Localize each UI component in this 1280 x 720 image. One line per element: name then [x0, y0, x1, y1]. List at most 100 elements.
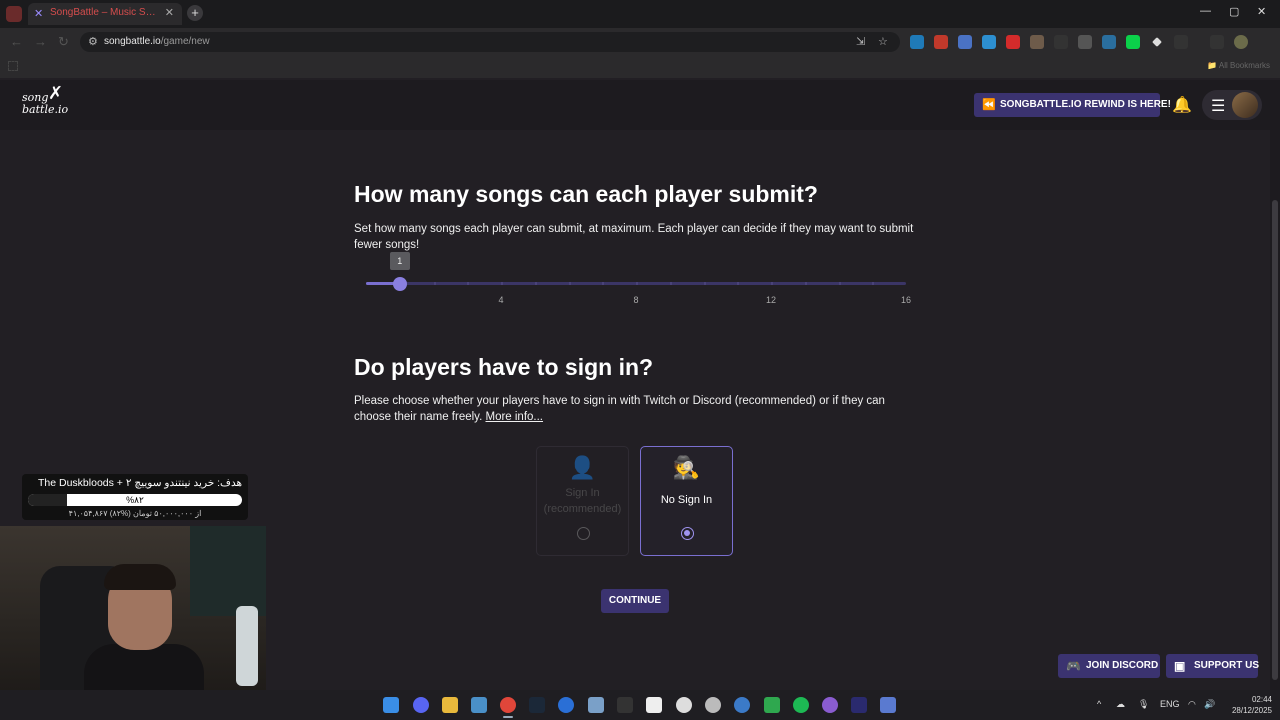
webcam-person-hair — [104, 564, 176, 590]
bell-icon[interactable]: 🔔 — [1172, 95, 1192, 115]
obs-icon[interactable] — [705, 697, 721, 713]
store-icon[interactable] — [588, 697, 604, 713]
browser-toolbar: ← → ↻ ⚙ songbattle.io/game/new ⇲ ☆ — [0, 28, 1280, 56]
no-sign-in-radio[interactable] — [681, 527, 694, 540]
extension-icon[interactable] — [1152, 37, 1162, 47]
notepad-icon[interactable] — [646, 697, 662, 713]
back-icon[interactable]: ← — [10, 34, 23, 49]
songs-per-player-slider[interactable]: 1 4 8 12 16 — [366, 252, 911, 308]
join-discord-button[interactable]: 🎮 JOIN DISCORD — [1058, 654, 1160, 678]
xbox-icon[interactable] — [764, 697, 780, 713]
goal-title: هدف: خرید نینتندو سوییچ ۲ + The Duskbloo… — [38, 477, 242, 489]
extensions-puzzle-icon[interactable] — [1174, 35, 1188, 49]
vscode-icon[interactable] — [851, 697, 867, 713]
profile-avatar-icon[interactable] — [1234, 35, 1248, 49]
language-indicator[interactable]: ENG — [1160, 699, 1180, 709]
file-explorer-icon[interactable] — [442, 697, 458, 713]
forward-icon[interactable]: → — [34, 34, 47, 49]
user-icon: 👤 — [568, 455, 597, 480]
close-window-button[interactable]: ✕ — [1257, 5, 1266, 18]
browser-tab[interactable]: ✕ SongBattle – Music Song Battle ✕ — [28, 3, 182, 25]
goal-progress-bar: %۸۲ — [28, 494, 242, 506]
slider-tick — [804, 282, 807, 285]
chrome-icon[interactable] — [500, 697, 516, 713]
epic-games-icon[interactable] — [617, 697, 633, 713]
sign-in-radio[interactable] — [577, 527, 590, 540]
chatgpt-icon[interactable] — [676, 697, 692, 713]
bookmarks-bar: 📁 All Bookmarks — [0, 56, 1280, 78]
minimize-button[interactable]: — — [1200, 5, 1211, 17]
extension-icon[interactable] — [934, 35, 948, 49]
reload-icon[interactable]: ↻ — [58, 34, 69, 50]
goal-percent: %۸۲ — [126, 495, 144, 505]
all-bookmarks-link[interactable]: 📁 All Bookmarks — [1207, 61, 1270, 70]
slider-mark: 4 — [498, 295, 504, 305]
rewind-button[interactable]: ⏪ SONGBATTLE.IO REWIND IS HERE! — [974, 93, 1171, 117]
extension-icon[interactable] — [958, 35, 972, 49]
more-info-link[interactable]: More info... — [485, 411, 543, 423]
extension-icon[interactable] — [982, 35, 996, 49]
webcam-shelf — [190, 526, 266, 616]
tray-overflow-icon[interactable]: ^ — [1097, 699, 1101, 709]
signin-section-description: Please choose whether your players have … — [354, 395, 885, 423]
slider-tick — [433, 282, 436, 285]
signin-section-title: Do players have to sign in? — [354, 354, 654, 380]
tab-title: SongBattle – Music Song Battle — [50, 7, 160, 18]
app-icon[interactable] — [734, 697, 750, 713]
site-info-icon[interactable]: ⚙ — [88, 35, 98, 48]
active-app-indicator — [503, 716, 513, 718]
goal-amount: ۴۱,۰۵۴,۸۶۷ از ۵۰,۰۰۰,۰۰۰ تومان (%۸۲) — [68, 509, 202, 518]
microphone-icon[interactable]: 🎙 — [1138, 699, 1149, 710]
slider-value-label: 1 — [389, 252, 410, 270]
continue-button[interactable]: CONTINUE — [601, 589, 669, 613]
extension-icon[interactable] — [1102, 35, 1116, 49]
slider-tick — [771, 282, 773, 285]
volume-icon[interactable]: 🔊 — [1204, 699, 1215, 710]
extension-icon[interactable] — [910, 35, 924, 49]
discord-taskbar-icon[interactable] — [413, 697, 429, 713]
app-icon[interactable] — [558, 697, 574, 713]
slider-thumb[interactable] — [392, 277, 407, 291]
extension-icon[interactable] — [1006, 35, 1020, 49]
system-clock[interactable]: 02:44 28/12/2025 — [1222, 694, 1272, 716]
tab-close-icon[interactable]: ✕ — [165, 6, 174, 19]
photos-icon[interactable] — [471, 697, 487, 713]
patreon-icon: ▣ — [1174, 659, 1186, 673]
tab-search-icon[interactable] — [6, 6, 22, 22]
apps-icon[interactable] — [8, 61, 18, 71]
extension-icon[interactable] — [1030, 35, 1044, 49]
browser-tab-bar: ✕ SongBattle – Music Song Battle ✕ + — ▢… — [0, 0, 1280, 28]
spotify-icon[interactable] — [793, 697, 809, 713]
install-app-icon[interactable]: ⇲ — [856, 35, 865, 48]
app-icon[interactable] — [822, 697, 838, 713]
slider-mark: 12 — [765, 295, 777, 305]
extension-icon[interactable] — [1126, 35, 1140, 49]
maximize-button[interactable]: ▢ — [1229, 5, 1239, 18]
new-tab-button[interactable]: + — [187, 5, 203, 21]
songs-section-description: Set how many songs each player can submi… — [354, 223, 914, 251]
support-us-button[interactable]: ▣ SUPPORT US — [1166, 654, 1259, 678]
rewind-icon: ⏪ — [982, 99, 996, 111]
slider-tick — [568, 282, 571, 285]
scrollbar-thumb[interactable] — [1272, 200, 1278, 680]
extension-icon[interactable] — [1078, 35, 1092, 49]
discord-icon: 🎮 — [1066, 659, 1081, 673]
slider-tick — [737, 282, 740, 285]
extension-icon[interactable] — [1054, 35, 1068, 49]
steam-icon[interactable] — [529, 697, 545, 713]
option-sign-in[interactable]: 👤 Sign In (recommended) — [536, 446, 629, 556]
address-bar[interactable]: ⚙ songbattle.io/game/new ⇲ ☆ — [80, 32, 900, 52]
webcam-bottle — [236, 606, 258, 686]
user-menu-button[interactable]: ☰ — [1202, 90, 1262, 120]
wifi-icon[interactable]: ◠ — [1188, 699, 1196, 710]
app-icon[interactable] — [880, 697, 896, 713]
tray-app-icon[interactable]: ☁ — [1116, 699, 1125, 710]
songbattle-logo[interactable]: song battle.io ✗ — [22, 85, 68, 116]
bookmark-star-icon[interactable]: ☆ — [878, 35, 888, 48]
slider-tick — [636, 282, 638, 285]
url-text: songbattle.io/game/new — [104, 36, 210, 47]
avatar — [1232, 92, 1258, 118]
start-icon[interactable] — [383, 697, 399, 713]
option-no-sign-in[interactable]: 🕵 No Sign In — [640, 446, 733, 556]
sidebar-icon[interactable] — [1210, 35, 1224, 49]
